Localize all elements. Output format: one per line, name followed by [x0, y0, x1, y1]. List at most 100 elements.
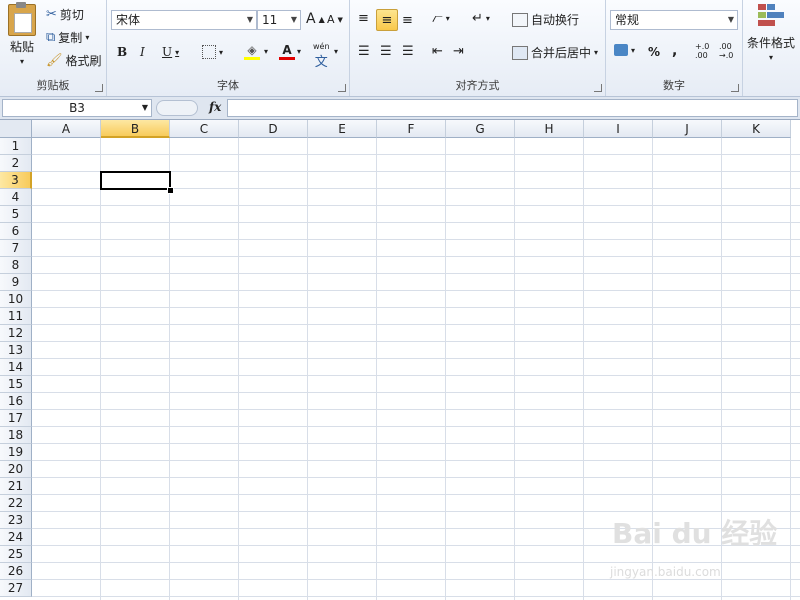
row-header-2[interactable]: 2	[0, 155, 32, 172]
borders-button[interactable]: ▾	[202, 45, 223, 59]
percent-button[interactable]: %	[648, 45, 660, 59]
text-direction-button[interactable]: ↵ ▾	[472, 11, 490, 26]
row-header-16[interactable]: 16	[0, 393, 32, 410]
column-header-e[interactable]: E	[308, 120, 377, 138]
row-header-5[interactable]: 5	[0, 206, 32, 223]
row-header-9[interactable]: 9	[0, 274, 32, 291]
orientation-dropdown-icon[interactable]: ▾	[446, 14, 450, 23]
fill-color-dropdown-icon[interactable]: ▾	[264, 47, 268, 56]
font-size-combo[interactable]: 11 ▼	[257, 10, 301, 30]
underline-dropdown-icon[interactable]: ▾	[175, 48, 179, 57]
copy-button[interactable]: ⧉ 复制 ▾	[46, 29, 89, 46]
align-left-button[interactable]: ☰	[358, 44, 370, 59]
increase-decimal-button[interactable]: +.0 .00	[695, 42, 709, 60]
row-header-3[interactable]: 3	[0, 172, 32, 189]
underline-button[interactable]: U ▾	[162, 45, 179, 59]
align-top-button[interactable]: ≡	[358, 11, 369, 26]
select-all-corner[interactable]	[0, 120, 32, 138]
row-header-7[interactable]: 7	[0, 240, 32, 257]
number-format-combo[interactable]: 常规 ▼	[610, 10, 738, 30]
column-header-a[interactable]: A	[32, 120, 101, 138]
paste-dropdown-icon[interactable]: ▾	[20, 57, 24, 66]
fill-handle[interactable]	[167, 187, 174, 194]
align-center-button[interactable]: ☰	[380, 44, 392, 59]
paste-button[interactable]: 粘贴 ▾	[8, 2, 36, 66]
align-right-button[interactable]: ☰	[402, 44, 414, 59]
font-size-dropdown-icon[interactable]: ▼	[291, 11, 297, 29]
column-header-j[interactable]: J	[653, 120, 722, 138]
conditional-formatting-button[interactable]: 条件格式 ▾	[747, 4, 795, 62]
formula-input[interactable]	[227, 99, 798, 117]
formula-bar-splitter[interactable]	[156, 100, 198, 116]
row-header-17[interactable]: 17	[0, 410, 32, 427]
font-name-dropdown-icon[interactable]: ▼	[247, 11, 253, 29]
shrink-font-button[interactable]: A ▼	[327, 13, 343, 26]
font-name-combo[interactable]: 宋体 ▼	[111, 10, 257, 30]
column-header-i[interactable]: I	[584, 120, 653, 138]
borders-dropdown-icon[interactable]: ▾	[219, 48, 223, 57]
row-header-21[interactable]: 21	[0, 478, 32, 495]
format-painter-button[interactable]: 🖌 格式刷	[46, 52, 102, 69]
row-header-1[interactable]: 1	[0, 138, 32, 155]
column-header-h[interactable]: H	[515, 120, 584, 138]
active-cell[interactable]	[100, 171, 171, 190]
row-header-18[interactable]: 18	[0, 427, 32, 444]
bold-button[interactable]: B	[117, 45, 127, 59]
italic-button[interactable]: I	[140, 45, 145, 59]
align-bottom-button[interactable]: ≡	[402, 13, 413, 28]
column-header-f[interactable]: F	[377, 120, 446, 138]
column-header-k[interactable]: K	[722, 120, 791, 138]
font-color-dropdown-icon[interactable]: ▾	[297, 47, 301, 56]
decrease-decimal-button[interactable]: .00 →.0	[719, 42, 733, 60]
row-header-14[interactable]: 14	[0, 359, 32, 376]
row-header-13[interactable]: 13	[0, 342, 32, 359]
alignment-launcher-icon[interactable]	[594, 84, 602, 92]
column-header-c[interactable]: C	[170, 120, 239, 138]
number-launcher-icon[interactable]	[731, 84, 739, 92]
accounting-dropdown-icon[interactable]: ▾	[631, 46, 635, 55]
cut-button[interactable]: ✂ 剪切	[46, 6, 84, 23]
row-header-15[interactable]: 15	[0, 376, 32, 393]
clipboard-launcher-icon[interactable]	[95, 84, 103, 92]
row-header-6[interactable]: 6	[0, 223, 32, 240]
conditional-formatting-dropdown-icon[interactable]: ▾	[769, 53, 773, 62]
row-header-20[interactable]: 20	[0, 461, 32, 478]
decrease-indent-button[interactable]: ⇤	[432, 44, 443, 59]
orientation-button[interactable]: ⦧ ▾	[432, 11, 450, 26]
name-box-dropdown-icon[interactable]: ▼	[142, 100, 148, 116]
phonetic-button[interactable]: wén 文	[313, 42, 330, 70]
merge-center-button[interactable]: 合并后居中 ▾	[512, 44, 598, 61]
row-header-22[interactable]: 22	[0, 495, 32, 512]
row-header-12[interactable]: 12	[0, 325, 32, 342]
row-header-24[interactable]: 24	[0, 529, 32, 546]
row-header-27[interactable]: 27	[0, 580, 32, 597]
row-header-23[interactable]: 23	[0, 512, 32, 529]
accounting-format-button[interactable]: ▾	[614, 44, 635, 56]
column-header-b[interactable]: B	[101, 120, 170, 138]
column-header-d[interactable]: D	[239, 120, 308, 138]
row-header-25[interactable]: 25	[0, 546, 32, 563]
font-color-button[interactable]: A	[279, 43, 295, 60]
comma-button[interactable]: ,	[672, 43, 677, 59]
column-header-g[interactable]: G	[446, 120, 515, 138]
font-launcher-icon[interactable]	[338, 84, 346, 92]
row-header-19[interactable]: 19	[0, 444, 32, 461]
row-header-26[interactable]: 26	[0, 563, 32, 580]
grow-font-button[interactable]: A ▲	[306, 11, 325, 27]
fill-color-button[interactable]: ◈	[244, 43, 260, 60]
wrap-text-button[interactable]: 自动换行	[512, 11, 579, 28]
number-format-dropdown-icon[interactable]: ▼	[728, 11, 734, 29]
insert-function-icon[interactable]: fx	[209, 100, 221, 114]
number-group: 常规 ▼ ▾ % , +.0 .00 .00 →.0 数字	[606, 0, 743, 96]
text-direction-dropdown-icon[interactable]: ▾	[486, 14, 490, 23]
phonetic-dropdown-icon[interactable]: ▾	[334, 47, 338, 56]
row-header-4[interactable]: 4	[0, 189, 32, 206]
align-middle-button[interactable]: ≡	[376, 9, 398, 31]
name-box[interactable]: B3 ▼	[2, 99, 152, 117]
copy-dropdown-icon[interactable]: ▾	[85, 33, 89, 42]
row-header-11[interactable]: 11	[0, 308, 32, 325]
row-header-10[interactable]: 10	[0, 291, 32, 308]
merge-center-dropdown-icon[interactable]: ▾	[594, 48, 598, 57]
row-header-8[interactable]: 8	[0, 257, 32, 274]
increase-indent-button[interactable]: ⇥	[453, 44, 464, 59]
